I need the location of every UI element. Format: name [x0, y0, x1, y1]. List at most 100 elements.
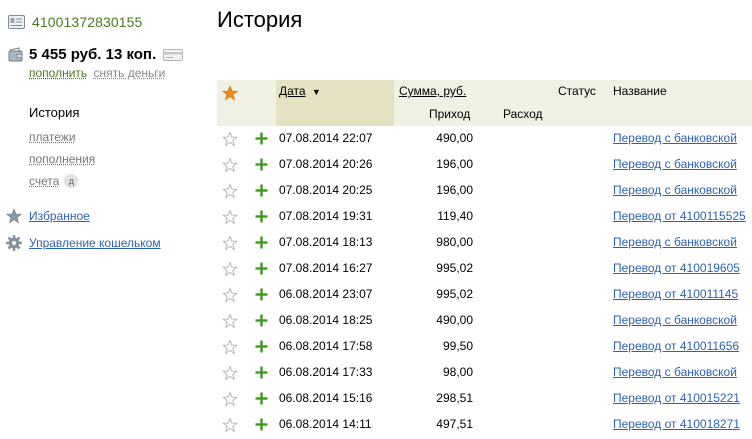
history-nav: История платежи пополнения счета д: [29, 104, 95, 192]
bank-card-icon[interactable]: [163, 48, 184, 61]
star-outline-icon[interactable]: [222, 157, 238, 173]
star-outline-icon[interactable]: [222, 339, 238, 355]
row-income: 196,00: [436, 183, 473, 197]
table-row[interactable]: 07.08.2014 22:07 490,00 Перевод с банковск…: [217, 126, 752, 152]
history-table: Дата ▼ Сумма, руб. Статус Название Прихо…: [217, 80, 752, 438]
row-income: 298,51: [436, 391, 473, 405]
expense-header: Расход: [503, 107, 543, 121]
table-row[interactable]: 07.08.2014 18:13 980,00 Перевод с банковск…: [217, 230, 752, 256]
row-income: 995,02: [436, 261, 473, 275]
gear-icon: [6, 235, 22, 251]
topup-link[interactable]: пополнить: [29, 66, 87, 80]
date-sort-header[interactable]: Дата ▼: [279, 84, 321, 98]
row-name-link[interactable]: Перевод с банковской: [613, 365, 737, 379]
account-row: 41001372830155: [8, 14, 142, 30]
account-number[interactable]: 41001372830155: [32, 14, 142, 30]
table-row[interactable]: 06.08.2014 15:16 298,51 Перевод от 4100152…: [217, 386, 752, 412]
sort-arrow-icon: ▼: [311, 87, 321, 97]
row-name-link[interactable]: Перевод от 410011656: [613, 339, 739, 353]
row-date: 06.08.2014 17:33: [279, 365, 373, 379]
table-body: 07.08.2014 22:07 490,00 Перевод с банковск…: [217, 126, 752, 438]
row-date: 07.08.2014 16:27: [279, 261, 373, 275]
row-name-link[interactable]: Перевод от 410019605: [613, 261, 740, 275]
row-income: 980,00: [436, 235, 473, 249]
row-income: 98,00: [442, 365, 473, 379]
amount-header[interactable]: Сумма, руб.: [399, 84, 466, 98]
balance-amount: 5 455 руб. 13 коп.: [29, 46, 157, 63]
plus-icon: [255, 340, 268, 353]
row-name-link[interactable]: Перевод с банковской: [613, 235, 737, 249]
row-date: 07.08.2014 19:31: [279, 209, 373, 223]
nav-item-label[interactable]: счета: [29, 172, 59, 190]
table-row[interactable]: 07.08.2014 20:26 196,00 Перевод с банковск…: [217, 152, 752, 178]
manage-wallet-link-row[interactable]: Управление кошельком: [6, 235, 161, 251]
page-title: История: [217, 7, 303, 32]
table-row[interactable]: 06.08.2014 17:58 99,50 Перевод от 41001165…: [217, 334, 752, 360]
star-icon: [6, 208, 22, 224]
star-outline-icon[interactable]: [222, 209, 238, 225]
row-name-link[interactable]: Перевод от 4100115525: [613, 209, 746, 223]
nav-item-topups[interactable]: пополнения: [29, 148, 95, 170]
row-date: 06.08.2014 23:07: [279, 287, 373, 301]
plus-icon: [255, 314, 268, 327]
star-outline-icon[interactable]: [222, 365, 238, 381]
row-name-link[interactable]: Перевод с банковской: [613, 131, 737, 145]
star-outline-icon[interactable]: [222, 131, 238, 147]
plus-icon: [255, 210, 268, 223]
table-row[interactable]: 06.08.2014 18:25 490,00 Перевод с банковск…: [217, 308, 752, 334]
balance-row: 5 455 руб. 13 коп.: [8, 46, 184, 63]
balance-actions: пополнить снять деньги: [29, 66, 165, 80]
star-outline-icon[interactable]: [222, 235, 238, 251]
table-header: Дата ▼ Сумма, руб. Статус Название Прихо…: [217, 80, 752, 126]
plus-icon: [255, 236, 268, 249]
table-row[interactable]: 06.08.2014 23:07 995,02 Перевод от 4100111…: [217, 282, 752, 308]
star-outline-icon[interactable]: [222, 417, 238, 433]
plus-icon: [255, 418, 268, 431]
plus-icon: [255, 392, 268, 405]
row-income: 497,51: [436, 417, 473, 431]
row-date: 07.08.2014 18:13: [279, 235, 373, 249]
row-date: 06.08.2014 14:11: [279, 417, 372, 431]
row-income: 99,50: [442, 339, 473, 353]
row-name-link[interactable]: Перевод от 410015221: [613, 391, 740, 405]
withdraw-link[interactable]: снять деньги: [94, 66, 166, 80]
favorites-link-row[interactable]: Избранное: [6, 208, 90, 224]
star-outline-icon[interactable]: [222, 287, 238, 303]
star-outline-icon[interactable]: [222, 313, 238, 329]
row-income: 119,40: [437, 209, 473, 223]
table-row[interactable]: 07.08.2014 19:31 119,40 Перевод от 4100115…: [217, 204, 752, 230]
row-income: 196,00: [436, 157, 473, 171]
row-name-link[interactable]: Перевод от 410011145: [613, 287, 738, 301]
nav-item-label[interactable]: платежи: [29, 128, 76, 146]
row-name-link[interactable]: Перевод с банковской: [613, 313, 737, 327]
nav-item-label[interactable]: пополнения: [29, 150, 95, 168]
row-name-link[interactable]: Перевод от 410018271: [613, 417, 740, 431]
account-card-icon: [8, 15, 25, 29]
date-header-label[interactable]: Дата: [279, 84, 306, 98]
table-row[interactable]: 07.08.2014 16:27 995,02 Перевод от 4100196…: [217, 256, 752, 282]
manage-wallet-link[interactable]: Управление кошельком: [29, 236, 161, 250]
amount-header-label[interactable]: Сумма, руб.: [399, 84, 466, 98]
income-header: Приход: [429, 107, 471, 121]
plus-icon: [255, 184, 268, 197]
star-outline-icon[interactable]: [222, 261, 238, 277]
row-date: 06.08.2014 15:16: [279, 391, 373, 405]
star-outline-icon[interactable]: [222, 183, 238, 199]
row-date: 07.08.2014 22:07: [279, 131, 373, 145]
favorites-link[interactable]: Избранное: [29, 209, 90, 223]
plus-icon: [255, 132, 268, 145]
nav-item-payments[interactable]: платежи: [29, 126, 95, 148]
star-outline-icon[interactable]: [222, 391, 238, 407]
row-date: 07.08.2014 20:26: [279, 157, 373, 171]
row-name-link[interactable]: Перевод с банковской: [613, 183, 737, 197]
star-filter-icon[interactable]: [222, 85, 238, 101]
table-row[interactable]: 06.08.2014 14:11 497,51 Перевод от 4100182…: [217, 412, 752, 438]
table-row[interactable]: 07.08.2014 20:25 196,00 Перевод с банковск…: [217, 178, 752, 204]
nav-item-invoices[interactable]: счета д: [29, 170, 95, 192]
row-date: 07.08.2014 20:25: [279, 183, 373, 197]
row-name-link[interactable]: Перевод с банковской: [613, 157, 737, 171]
plus-icon: [255, 262, 268, 275]
name-header: Название: [613, 84, 667, 98]
plus-icon: [255, 158, 268, 171]
table-row[interactable]: 06.08.2014 17:33 98,00 Перевод с банковско…: [217, 360, 752, 386]
